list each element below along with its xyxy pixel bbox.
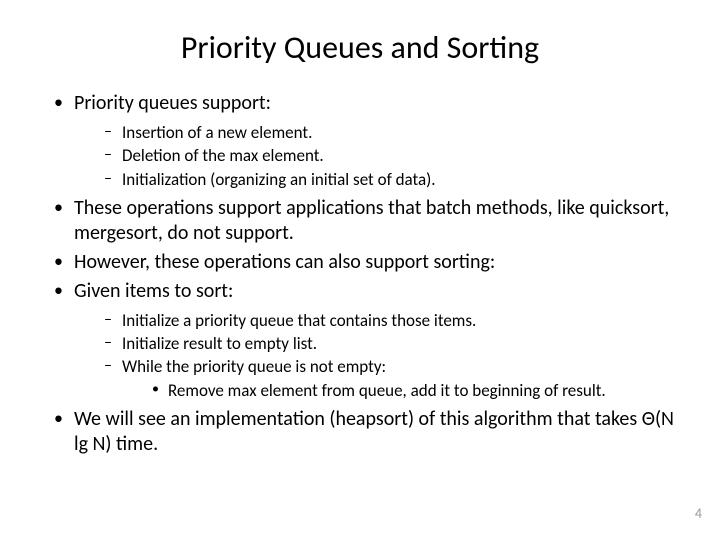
- slide-title: Priority Queues and Sorting: [40, 28, 680, 67]
- bullet-item: Priority queues support: Insertion of a …: [50, 91, 680, 190]
- bullet-text: Given items to sort:: [74, 279, 233, 303]
- page-number: 4: [695, 505, 702, 522]
- bullet-text: Priority queues support:: [74, 91, 271, 115]
- sub-sub-bullet-item: Remove max element from queue, add it to…: [150, 380, 680, 401]
- sub-bullet-item: While the priority queue is not empty: R…: [102, 356, 680, 401]
- sub-sub-bullet-list: Remove max element from queue, add it to…: [122, 380, 680, 401]
- sub-bullet-item: Deletion of the max element.: [102, 145, 680, 166]
- bullet-item: Given items to sort: Initialize a priori…: [50, 279, 680, 401]
- sub-bullet-item: Initialize a priority queue that contain…: [102, 310, 680, 331]
- bullet-item: However, these operations can also suppo…: [50, 250, 680, 275]
- bullet-item: We will see an implementation (heapsort)…: [50, 407, 680, 457]
- sub-bullet-item: Insertion of a new element.: [102, 122, 680, 143]
- sub-bullet-item: Initialization (organizing an initial se…: [102, 169, 680, 190]
- sub-bullet-list: Initialize a priority queue that contain…: [74, 310, 680, 401]
- bullet-list: Priority queues support: Insertion of a …: [40, 91, 680, 457]
- bullet-item: These operations support applications th…: [50, 196, 680, 246]
- sub-bullet-text: While the priority queue is not empty:: [122, 356, 386, 377]
- sub-bullet-item: Initialize result to empty list.: [102, 333, 680, 354]
- sub-bullet-list: Insertion of a new element. Deletion of …: [74, 122, 680, 190]
